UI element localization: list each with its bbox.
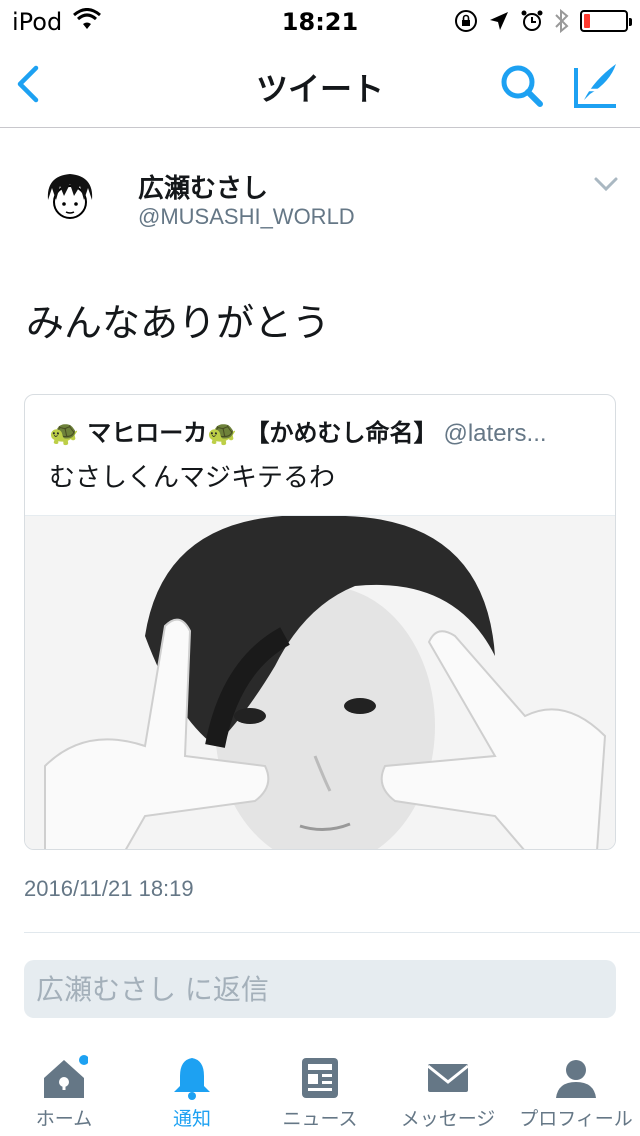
- tab-label: ホーム: [35, 1108, 93, 1130]
- bell-icon: [174, 1058, 210, 1100]
- tweet-text: みんなありがとう: [26, 301, 331, 345]
- tab-profile[interactable]: プロフィール: [512, 1040, 640, 1136]
- tab-messages[interactable]: メッセージ: [384, 1040, 512, 1136]
- person-icon: [556, 1060, 596, 1098]
- avatar[interactable]: [38, 166, 102, 230]
- quoted-tweet-text: むさしくんマジキテるわ: [49, 463, 336, 493]
- tab-label: 通知: [172, 1108, 211, 1130]
- tab-notifications[interactable]: 通知: [128, 1040, 256, 1136]
- tweet-timestamp: 2016/11/21 18:19: [24, 876, 194, 901]
- tab-home[interactable]: ホーム: [0, 1040, 128, 1136]
- tab-bar: ホーム 通知 ニュース メッセージ プロフィール: [0, 1040, 640, 1136]
- status-icons: [454, 8, 632, 34]
- section-divider: [24, 932, 640, 933]
- quoted-tweet-header: 🐢 マヒローカ🐢 【かめむし命名】 @laters...: [49, 413, 589, 448]
- compose-tweet-icon[interactable]: [572, 60, 622, 110]
- bluetooth-icon: [555, 8, 569, 34]
- search-icon[interactable]: [498, 62, 546, 110]
- avatar-illustration: [47, 174, 93, 219]
- status-bar: iPod 18:21: [0, 0, 640, 40]
- author-display-name[interactable]: 広瀬むさし: [138, 168, 268, 205]
- quoted-photo[interactable]: [25, 516, 616, 850]
- chevron-down-icon[interactable]: [592, 174, 620, 194]
- news-icon: [302, 1058, 338, 1098]
- reply-box[interactable]: [24, 960, 616, 1018]
- author-handle[interactable]: @MUSASHI_WORLD: [138, 204, 355, 230]
- navigation-bar: ツイート: [0, 40, 640, 128]
- home-icon: [44, 1055, 88, 1098]
- quoted-tweet-card[interactable]: 🐢 マヒローカ🐢 【かめむし命名】 @laters... むさしくんマジキテるわ: [24, 394, 616, 850]
- battery-icon: [580, 10, 632, 32]
- quoted-author-handle: @laters...: [443, 420, 547, 447]
- location-arrow-icon: [490, 12, 508, 30]
- tab-label: メッセージ: [400, 1108, 496, 1130]
- envelope-icon: [427, 1064, 469, 1092]
- rotation-lock-icon: [455, 10, 477, 32]
- alarm-icon: [521, 10, 543, 31]
- quoted-author-name: 🐢 マヒローカ🐢 【かめむし命名】: [49, 419, 438, 447]
- tab-news[interactable]: ニュース: [256, 1040, 384, 1136]
- reply-input[interactable]: [24, 960, 616, 1018]
- tab-label: ニュース: [282, 1108, 358, 1130]
- battery-level-fill: [584, 14, 590, 28]
- tab-label: プロフィール: [519, 1108, 633, 1130]
